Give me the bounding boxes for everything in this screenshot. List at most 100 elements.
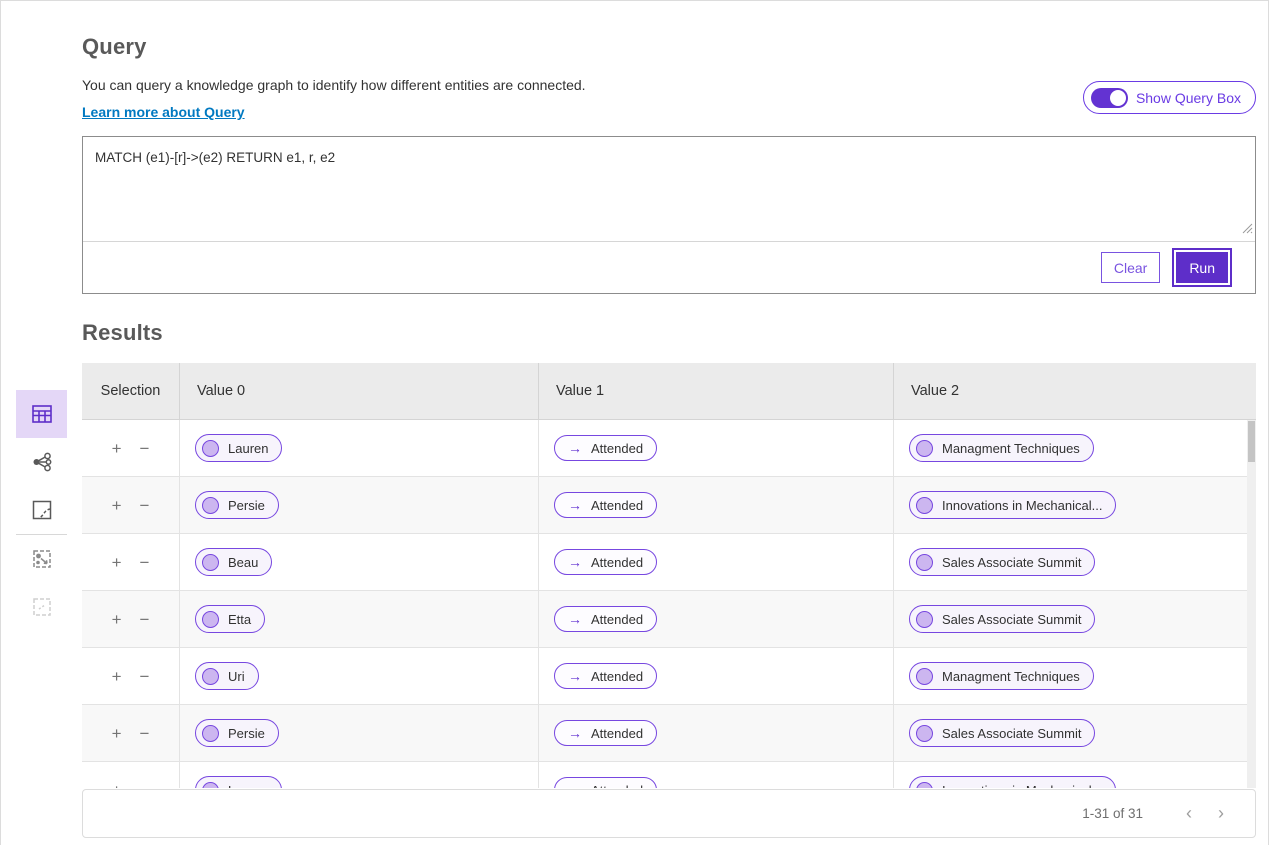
entity-pill[interactable]: Etta bbox=[195, 605, 265, 633]
table-body: + − Lauren → Attended Managment Techniqu… bbox=[82, 420, 1256, 788]
query-input[interactable]: MATCH (e1)-[r]->(e2) RETURN e1, r, e2 bbox=[83, 137, 1255, 241]
relationship-arrow-icon: → bbox=[568, 783, 582, 788]
entity-pill[interactable]: Persie bbox=[195, 719, 279, 747]
relationship-arrow-icon: → bbox=[568, 498, 582, 512]
select-add-button[interactable]: + bbox=[110, 609, 124, 630]
entity-circle-icon bbox=[202, 440, 219, 457]
select-add-button[interactable]: + bbox=[110, 552, 124, 573]
relationship-arrow-icon: → bbox=[568, 612, 582, 626]
relationship-pill[interactable]: → Attended bbox=[554, 549, 657, 575]
previous-page-button[interactable]: ‹ bbox=[1173, 798, 1205, 830]
query-box: MATCH (e1)-[r]->(e2) RETURN e1, r, e2 Cl… bbox=[82, 136, 1256, 294]
table-row: + − Persie → Attended Sales Associate Su… bbox=[82, 705, 1256, 762]
entity-circle-icon bbox=[916, 725, 933, 742]
pagination-bar: 1-31 of 31 ‹ › bbox=[82, 789, 1256, 838]
scrollbar-thumb[interactable] bbox=[1248, 421, 1255, 462]
entity-pill[interactable]: Sales Associate Summit bbox=[909, 548, 1095, 576]
relationship-arrow-icon: → bbox=[568, 726, 582, 740]
entity-pill[interactable]: Lauren bbox=[195, 434, 282, 462]
add-to-map-icon bbox=[30, 595, 54, 619]
add-to-map-button[interactable] bbox=[16, 583, 67, 631]
column-header-value0: Value 0 bbox=[179, 363, 538, 419]
entity-circle-icon bbox=[916, 440, 933, 457]
resize-handle-icon[interactable] bbox=[1242, 221, 1253, 239]
table-row: + − Etta → Attended Sales Associate Summ… bbox=[82, 591, 1256, 648]
select-remove-button[interactable]: − bbox=[138, 609, 152, 630]
select-add-button[interactable]: + bbox=[110, 780, 124, 789]
entity-pill[interactable]: Innovations in Mechanical... bbox=[909, 491, 1116, 519]
add-to-link-chart-button[interactable] bbox=[16, 535, 67, 583]
toggle-label: Show Query Box bbox=[1136, 90, 1241, 106]
select-add-button[interactable]: + bbox=[110, 666, 124, 687]
column-header-selection: Selection bbox=[82, 363, 179, 419]
clear-button[interactable]: Clear bbox=[1101, 252, 1160, 283]
entity-circle-icon bbox=[202, 668, 219, 685]
entity-circle-icon bbox=[916, 611, 933, 628]
relationship-label: Attended bbox=[591, 612, 643, 627]
select-remove-button[interactable]: − bbox=[138, 666, 152, 687]
view-switcher-rail bbox=[1, 390, 82, 631]
entity-label: Sales Associate Summit bbox=[942, 726, 1081, 741]
entity-label: Lauren bbox=[228, 441, 268, 456]
entity-pill[interactable]: Persie bbox=[195, 491, 279, 519]
relationship-arrow-icon: → bbox=[568, 555, 582, 569]
relationship-pill[interactable]: → Attended bbox=[554, 435, 657, 461]
entity-pill[interactable]: Sales Associate Summit bbox=[909, 719, 1095, 747]
select-remove-button[interactable]: − bbox=[138, 780, 152, 789]
map-view-button[interactable] bbox=[16, 486, 67, 534]
entity-circle-icon bbox=[202, 554, 219, 571]
relationship-pill[interactable]: → Attended bbox=[554, 606, 657, 632]
entity-pill[interactable]: Sales Associate Summit bbox=[909, 605, 1095, 633]
next-page-button[interactable]: › bbox=[1205, 798, 1237, 830]
select-remove-button[interactable]: − bbox=[138, 552, 152, 573]
entity-circle-icon bbox=[916, 554, 933, 571]
toggle-switch-icon[interactable] bbox=[1091, 88, 1128, 108]
entity-label: Managment Techniques bbox=[942, 669, 1080, 684]
select-remove-button[interactable]: − bbox=[138, 723, 152, 744]
relationship-arrow-icon: → bbox=[568, 669, 582, 683]
table-header: Selection Value 0 Value 1 Value 2 bbox=[82, 363, 1256, 420]
entity-pill[interactable]: Managment Techniques bbox=[909, 434, 1094, 462]
entity-pill[interactable]: Lauren bbox=[195, 776, 282, 788]
relationship-arrow-icon: → bbox=[568, 441, 582, 455]
relationship-label: Attended bbox=[591, 669, 643, 684]
select-add-button[interactable]: + bbox=[110, 723, 124, 744]
table-row: + − Lauren → Attended Managment Techniqu… bbox=[82, 420, 1256, 477]
entity-pill[interactable]: Innovations in Mechanical... bbox=[909, 776, 1116, 788]
query-page: Query You can query a knowledge graph to… bbox=[0, 0, 1269, 845]
select-remove-button[interactable]: − bbox=[138, 438, 152, 459]
select-add-button[interactable]: + bbox=[110, 438, 124, 459]
entity-label: Lauren bbox=[228, 783, 268, 789]
entity-label: Managment Techniques bbox=[942, 441, 1080, 456]
results-table: Selection Value 0 Value 1 Value 2 + − La… bbox=[82, 363, 1256, 788]
link-chart-view-icon bbox=[30, 450, 54, 474]
table-scrollbar[interactable] bbox=[1247, 420, 1256, 788]
entity-circle-icon bbox=[202, 725, 219, 742]
entity-pill[interactable]: Uri bbox=[195, 662, 259, 690]
relationship-label: Attended bbox=[591, 441, 643, 456]
table-view-button[interactable] bbox=[16, 390, 67, 438]
relationship-pill[interactable]: → Attended bbox=[554, 492, 657, 518]
relationship-label: Attended bbox=[591, 498, 643, 513]
entity-pill[interactable]: Beau bbox=[195, 548, 272, 576]
query-actions: Clear Run bbox=[83, 242, 1255, 293]
table-row: + − Persie → Attended Innovations in Mec… bbox=[82, 477, 1256, 534]
entity-circle-icon bbox=[202, 611, 219, 628]
entity-pill[interactable]: Managment Techniques bbox=[909, 662, 1094, 690]
show-query-box-toggle[interactable]: Show Query Box bbox=[1083, 81, 1256, 114]
select-remove-button[interactable]: − bbox=[138, 495, 152, 516]
relationship-pill[interactable]: → Attended bbox=[554, 720, 657, 746]
relationship-pill[interactable]: → Attended bbox=[554, 663, 657, 689]
learn-more-link[interactable]: Learn more about Query bbox=[82, 104, 245, 120]
entity-circle-icon bbox=[202, 497, 219, 514]
relationship-pill[interactable]: → Attended bbox=[554, 777, 657, 788]
entity-label: Innovations in Mechanical... bbox=[942, 783, 1102, 789]
run-button[interactable]: Run bbox=[1176, 252, 1228, 283]
entity-circle-icon bbox=[916, 782, 933, 789]
entity-circle-icon bbox=[916, 668, 933, 685]
add-to-link-chart-icon bbox=[30, 547, 54, 571]
entity-label: Persie bbox=[228, 726, 265, 741]
link-chart-view-button[interactable] bbox=[16, 438, 67, 486]
page-title: Query bbox=[82, 34, 1256, 60]
select-add-button[interactable]: + bbox=[110, 495, 124, 516]
